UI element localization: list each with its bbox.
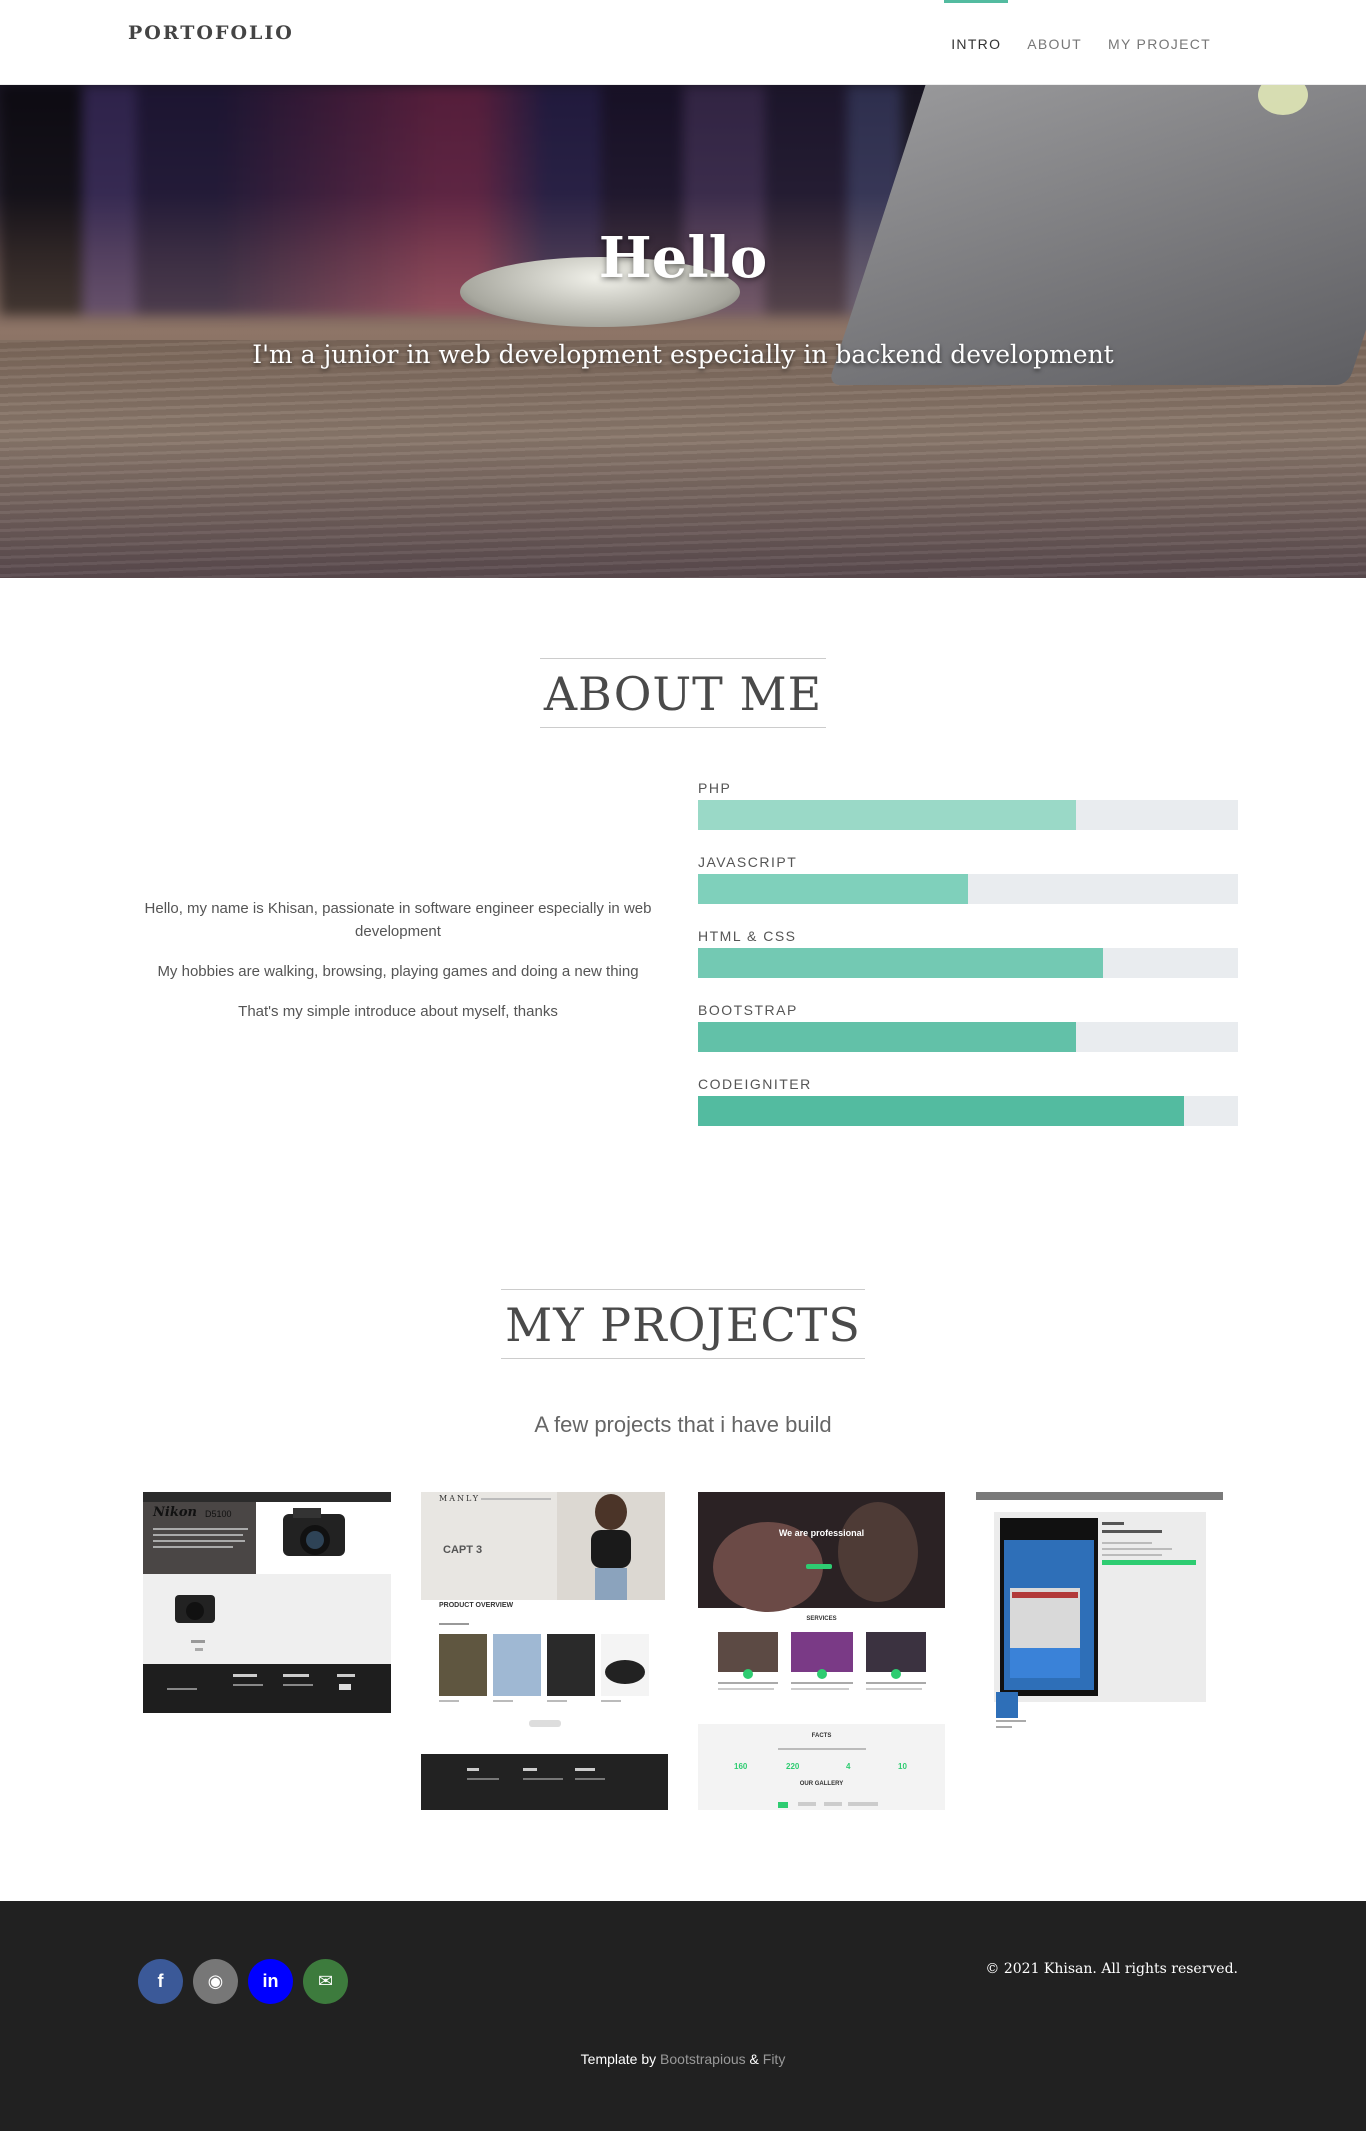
about-title: ABOUT ME <box>539 658 827 728</box>
project-screenshot-school <box>976 1492 1223 1728</box>
skill-progress-fill <box>698 874 968 904</box>
github-icon[interactable]: ◉ <box>193 1959 238 2004</box>
nav-item-my-project[interactable]: MY PROJECT <box>1095 0 1224 85</box>
skill-label: HTML & CSS <box>698 928 797 944</box>
credit-amp: & <box>749 2051 759 2067</box>
skill-php: PHP <box>698 780 1238 854</box>
manly-brand: MANLY <box>439 1494 481 1503</box>
skill-codeigniter: CODEIGNITER <box>698 1076 1238 1150</box>
skill-bootstrap: BOOTSTRAP <box>698 1002 1238 1076</box>
skill-label: JAVASCRIPT <box>698 854 798 870</box>
credit-link-bootstrapious[interactable]: Bootstrapious <box>660 2051 746 2067</box>
hero-title: Hello <box>598 225 768 291</box>
wedding-facts: FACTS <box>811 1733 832 1739</box>
about-text: Hello, my name is Khisan, passionate in … <box>128 897 668 1040</box>
nikon-heading: Nikon <box>153 1505 197 1520</box>
skill-progress-bar <box>698 874 1238 904</box>
project-thumb-manly[interactable]: MANLY CAPT 3 PRODUCT OVERVIEW <box>421 1492 668 1810</box>
skill-progress-fill <box>698 948 1103 978</box>
skill-progress-bar <box>698 800 1238 830</box>
nav-menu: INTRO ABOUT MY PROJECT <box>938 0 1224 85</box>
project-screenshot-manly <box>421 1492 668 1810</box>
social-links: f ◉ in ✉ <box>138 1959 348 2004</box>
project-screenshot-nikon <box>143 1492 391 1713</box>
skill-progress-fill <box>698 1022 1076 1052</box>
skill-javascript: JAVASCRIPT <box>698 854 1238 928</box>
about-paragraph: That's my simple introduce about myself,… <box>238 1003 558 1020</box>
hero-banner: Hello I'm a junior in web development es… <box>0 85 1366 578</box>
skill-html-css: HTML & CSS <box>698 928 1238 1002</box>
project-thumb-nikon[interactable]: Nikon D5100 <box>143 1492 391 1713</box>
skill-progress-fill <box>698 800 1076 830</box>
wedding-gallery: OUR GALLERY <box>799 1781 844 1787</box>
mail-icon[interactable]: ✉ <box>303 1959 348 2004</box>
about-section-title: ABOUT ME <box>0 658 1366 728</box>
wedding-stat: 4 <box>846 1762 851 1771</box>
manly-headline: CAPT 3 <box>443 1544 483 1556</box>
skill-progress-bar <box>698 1096 1238 1126</box>
template-credit: Template by Bootstrapious & Fity <box>0 2051 1366 2067</box>
credit-prefix: Template by <box>580 2051 657 2067</box>
skill-label: PHP <box>698 780 732 796</box>
facebook-icon[interactable]: f <box>138 1959 183 2004</box>
skill-progress-bar <box>698 1022 1238 1052</box>
project-thumb-wedding[interactable]: We are professional SERVICES FACTS 160 2… <box>698 1492 945 1810</box>
credit-link-fity[interactable]: Fity <box>763 2051 786 2067</box>
nikon-model: D5100 <box>205 1509 232 1519</box>
wedding-stat: 160 <box>734 1762 748 1771</box>
nav-item-about[interactable]: ABOUT <box>1014 0 1095 85</box>
projects-subtitle: A few projects that i have build <box>534 1412 832 1437</box>
linkedin-icon[interactable]: in <box>248 1959 293 2004</box>
wedding-stat: 220 <box>786 1762 800 1771</box>
projects-section-title: MY PROJECTS <box>0 1289 1366 1359</box>
footer: f ◉ in ✉ © 2021 Khisan. All rights reser… <box>0 1901 1366 2131</box>
manly-section: PRODUCT OVERVIEW <box>439 1602 514 1609</box>
skills-list: PHP JAVASCRIPT HTML & CSS BOOTSTRAP CODE… <box>698 780 1238 1150</box>
skill-progress-fill <box>698 1096 1184 1126</box>
about-paragraph: My hobbies are walking, browsing, playin… <box>157 963 639 980</box>
about-paragraph: Hello, my name is Khisan, passionate in … <box>144 900 652 940</box>
copyright-text: © 2021 Khisan. All rights reserved. <box>985 1961 1238 1977</box>
brand-logo[interactable]: PORTOFOLIO <box>128 22 294 44</box>
skill-label: CODEIGNITER <box>698 1076 812 1092</box>
project-thumb-school[interactable] <box>976 1492 1223 1742</box>
top-navbar: PORTOFOLIO INTRO ABOUT MY PROJECT <box>0 0 1366 85</box>
wedding-stat: 10 <box>898 1762 907 1771</box>
nav-item-intro[interactable]: INTRO <box>938 0 1014 85</box>
skill-progress-bar <box>698 948 1238 978</box>
wedding-headline: We are professional <box>778 1528 865 1538</box>
projects-title: MY PROJECTS <box>501 1289 865 1359</box>
skill-label: BOOTSTRAP <box>698 1002 798 1018</box>
hero-subtitle: I'm a junior in web development especial… <box>252 340 1114 369</box>
wedding-services: SERVICES <box>806 1616 837 1622</box>
